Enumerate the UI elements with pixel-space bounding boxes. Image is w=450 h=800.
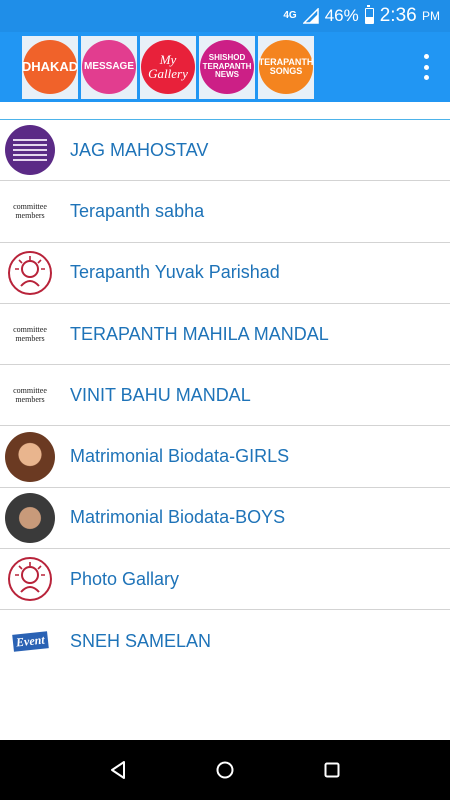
gallery-tab-icon: My Gallery	[141, 40, 195, 94]
dhakad-tab-icon: DHAKAD	[21, 40, 79, 94]
tab-label: My Gallery	[148, 52, 188, 81]
status-bar: 4G 46% 2:36 PM	[0, 0, 450, 32]
list-item-photo-gallary[interactable]: Photo Gallary	[0, 549, 450, 611]
home-button[interactable]	[205, 750, 245, 790]
list-item-biodata-girls[interactable]: Matrimonial Biodata-GIRLS	[0, 426, 450, 488]
tab-dhakad[interactable]: DHAKAD	[21, 35, 79, 99]
network-indicator: 4G	[283, 11, 296, 21]
menu-list: JAG MAHOSTAV committee members Terapanth…	[0, 102, 450, 672]
committee-members-thumb: committee members	[5, 309, 55, 359]
committee-members-thumb: committee members	[5, 186, 55, 236]
tab-terapanth-songs[interactable]: TERAPANTH SONGS	[258, 35, 314, 99]
overflow-menu-icon[interactable]	[422, 54, 430, 80]
tab-message[interactable]: MESSAGE	[81, 35, 137, 99]
list-item-label: Terapanth sabha	[70, 200, 205, 221]
list-item-vinit-bahu-mandal[interactable]: committee members VINIT BAHU MANDAL	[0, 365, 450, 427]
recents-icon	[324, 762, 340, 778]
back-icon	[111, 761, 126, 779]
recents-button[interactable]	[312, 750, 352, 790]
list-item-label: Matrimonial Biodata-GIRLS	[70, 446, 290, 467]
list-item-mahila-mandal[interactable]: committee members TERAPANTH MAHILA MANDA…	[0, 304, 450, 366]
terapanth-logo-thumb	[5, 554, 55, 605]
songs-tab-icon: TERAPANTH SONGS	[259, 40, 313, 94]
event-thumb: Event	[5, 616, 55, 666]
boy-avatar-thumb	[5, 492, 55, 543]
tab-label: SHISHOD TERAPANTH NEWS	[202, 53, 252, 80]
thumb-text: committee members	[13, 386, 47, 405]
home-icon	[216, 761, 234, 779]
list-item-terapanth-sabha[interactable]: committee members Terapanth sabha	[0, 181, 450, 243]
back-button[interactable]	[98, 750, 138, 790]
thumb-text: Event	[11, 630, 49, 652]
news-tab-icon: SHISHOD TERAPANTH NEWS	[200, 40, 254, 94]
list-item-jag-mahostav[interactable]: JAG MAHOSTAV	[0, 120, 450, 182]
list-item-sneh-samelan[interactable]: Event SNEH SAMELAN	[0, 610, 450, 671]
list-item-biodata-boys[interactable]: Matrimonial Biodata-BOYS	[0, 488, 450, 550]
clock-ampm: PM	[422, 9, 440, 23]
tab-label: TERAPANTH SONGS	[258, 56, 314, 76]
terapanth-logo-thumb	[5, 247, 55, 298]
tab-label: DHAKAD	[21, 59, 79, 75]
list-item-label: Terapanth Yuvak Parishad	[70, 262, 280, 283]
thumb-text: committee members	[13, 325, 47, 344]
jag-mahostav-thumb	[5, 125, 55, 176]
app-bar: DHAKAD MESSAGE My Gallery SHISHOD TERAPA…	[0, 32, 450, 102]
battery-percent: 46%	[324, 6, 359, 25]
list-item-label: JAG MAHOSTAV	[70, 139, 209, 160]
tab-label: MESSAGE	[84, 60, 135, 72]
battery-icon	[364, 5, 374, 24]
signal-icon	[302, 8, 319, 24]
list-item-label: VINIT BAHU MANDAL	[70, 384, 251, 405]
list-item-label: Matrimonial Biodata-BOYS	[70, 507, 286, 528]
message-tab-icon: MESSAGE	[82, 40, 136, 94]
tab-shishod-news[interactable]: SHISHOD TERAPANTH NEWS	[199, 35, 255, 99]
committee-members-thumb: committee members	[5, 370, 55, 420]
list-item-label: Photo Gallary	[70, 568, 180, 589]
clock: 2:36 PM	[380, 5, 440, 27]
thumb-text: committee members	[13, 202, 47, 221]
list-item-label: SNEH SAMELAN	[70, 630, 212, 651]
list-item-label: TERAPANTH MAHILA MANDAL	[70, 323, 329, 344]
list-item-yuvak-parishad[interactable]: Terapanth Yuvak Parishad	[0, 243, 450, 304]
navigation-bar	[0, 740, 450, 800]
girl-avatar-thumb	[5, 431, 55, 482]
clock-time: 2:36	[379, 5, 417, 26]
network-type-label: 4G	[283, 10, 297, 21]
tab-my-gallery[interactable]: My Gallery	[140, 35, 196, 99]
